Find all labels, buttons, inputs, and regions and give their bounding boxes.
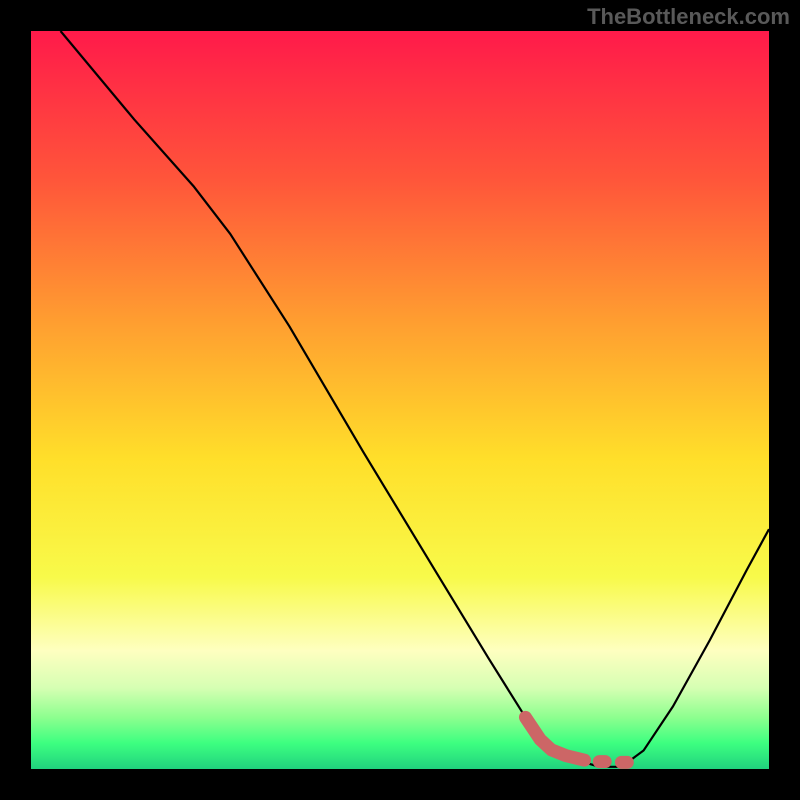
chart-background	[31, 31, 769, 769]
watermark-text: TheBottleneck.com	[587, 4, 790, 30]
bottleneck-chart	[31, 31, 769, 769]
chart-plot-area	[31, 31, 769, 769]
